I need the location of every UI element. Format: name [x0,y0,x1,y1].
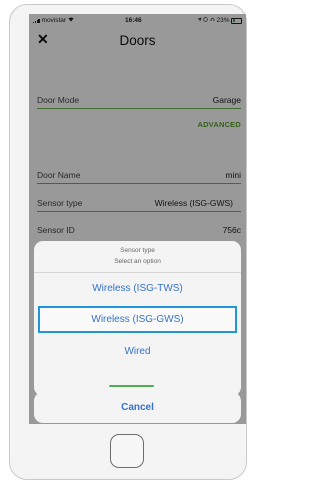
option-wireless-isg-gws[interactable]: Wireless (ISG-GWS) [38,306,237,333]
action-sheet-header: Sensor type Select an option [34,241,241,271]
action-sheet: Sensor type Select an option Wireless (I… [34,241,241,396]
home-button[interactable] [110,434,144,468]
option-wireless-isg-tws[interactable]: Wireless (ISG-TWS) [34,272,241,303]
cancel-button[interactable]: Cancel [34,392,241,423]
phone-screen: movistar 16:46 23% ✕ Doors Door Mode Gar… [29,14,246,424]
action-sheet-title: Sensor type [120,247,155,254]
green-indicator [109,385,154,387]
action-sheet-subtitle: Select an option [114,258,161,265]
option-wired[interactable]: Wired [34,335,241,366]
